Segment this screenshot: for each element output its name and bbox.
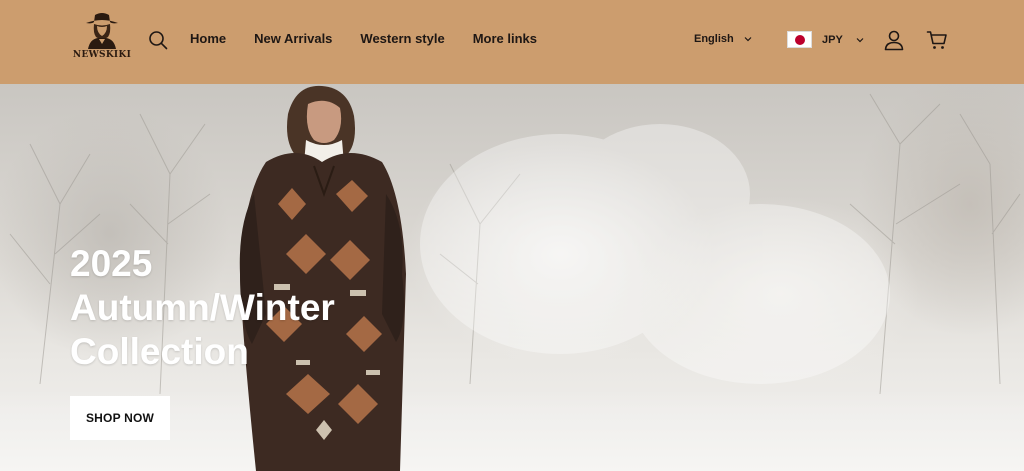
chevron-down-icon — [744, 37, 752, 42]
search-icon — [149, 31, 168, 50]
hero-title: 2025 Autumn/Winter Collection — [70, 242, 430, 374]
hero-banner[interactable]: 2025 Autumn/Winter Collection SHOP NOW — [0, 84, 1024, 471]
account-icon — [884, 30, 904, 51]
hero-title-line: 2025 — [70, 243, 153, 284]
cart-icon — [926, 31, 947, 49]
language-label: English — [694, 33, 734, 45]
hero-title-line: Autumn/Winter — [70, 287, 335, 328]
japan-flag-icon — [787, 31, 812, 48]
currency-label: JPY — [822, 33, 843, 46]
brand-logo[interactable]: NEWSKIKI — [72, 11, 132, 61]
nav-item-more-links[interactable]: More links — [473, 31, 537, 46]
nav-item-home[interactable]: Home — [190, 31, 226, 46]
currency-selector[interactable]: JPY — [787, 31, 865, 48]
main-nav: Home New Arrivals Western style More lin… — [190, 31, 537, 46]
cart-button[interactable] — [924, 27, 950, 53]
cowgirl-logo-icon — [86, 13, 118, 49]
site-header: NEWSKIKI Home New Arrivals Western style… — [0, 0, 1024, 84]
language-selector[interactable]: English — [694, 33, 753, 45]
brand-name: NEWSKIKI — [72, 50, 132, 60]
nav-item-western-style[interactable]: Western style — [360, 31, 444, 46]
search-button[interactable] — [146, 28, 170, 52]
hero-title-line: Collection — [70, 331, 249, 372]
nav-item-new-arrivals[interactable]: New Arrivals — [254, 31, 332, 46]
chevron-down-icon — [856, 37, 864, 42]
account-button[interactable] — [881, 27, 907, 53]
shop-now-button[interactable]: SHOP NOW — [70, 396, 170, 440]
